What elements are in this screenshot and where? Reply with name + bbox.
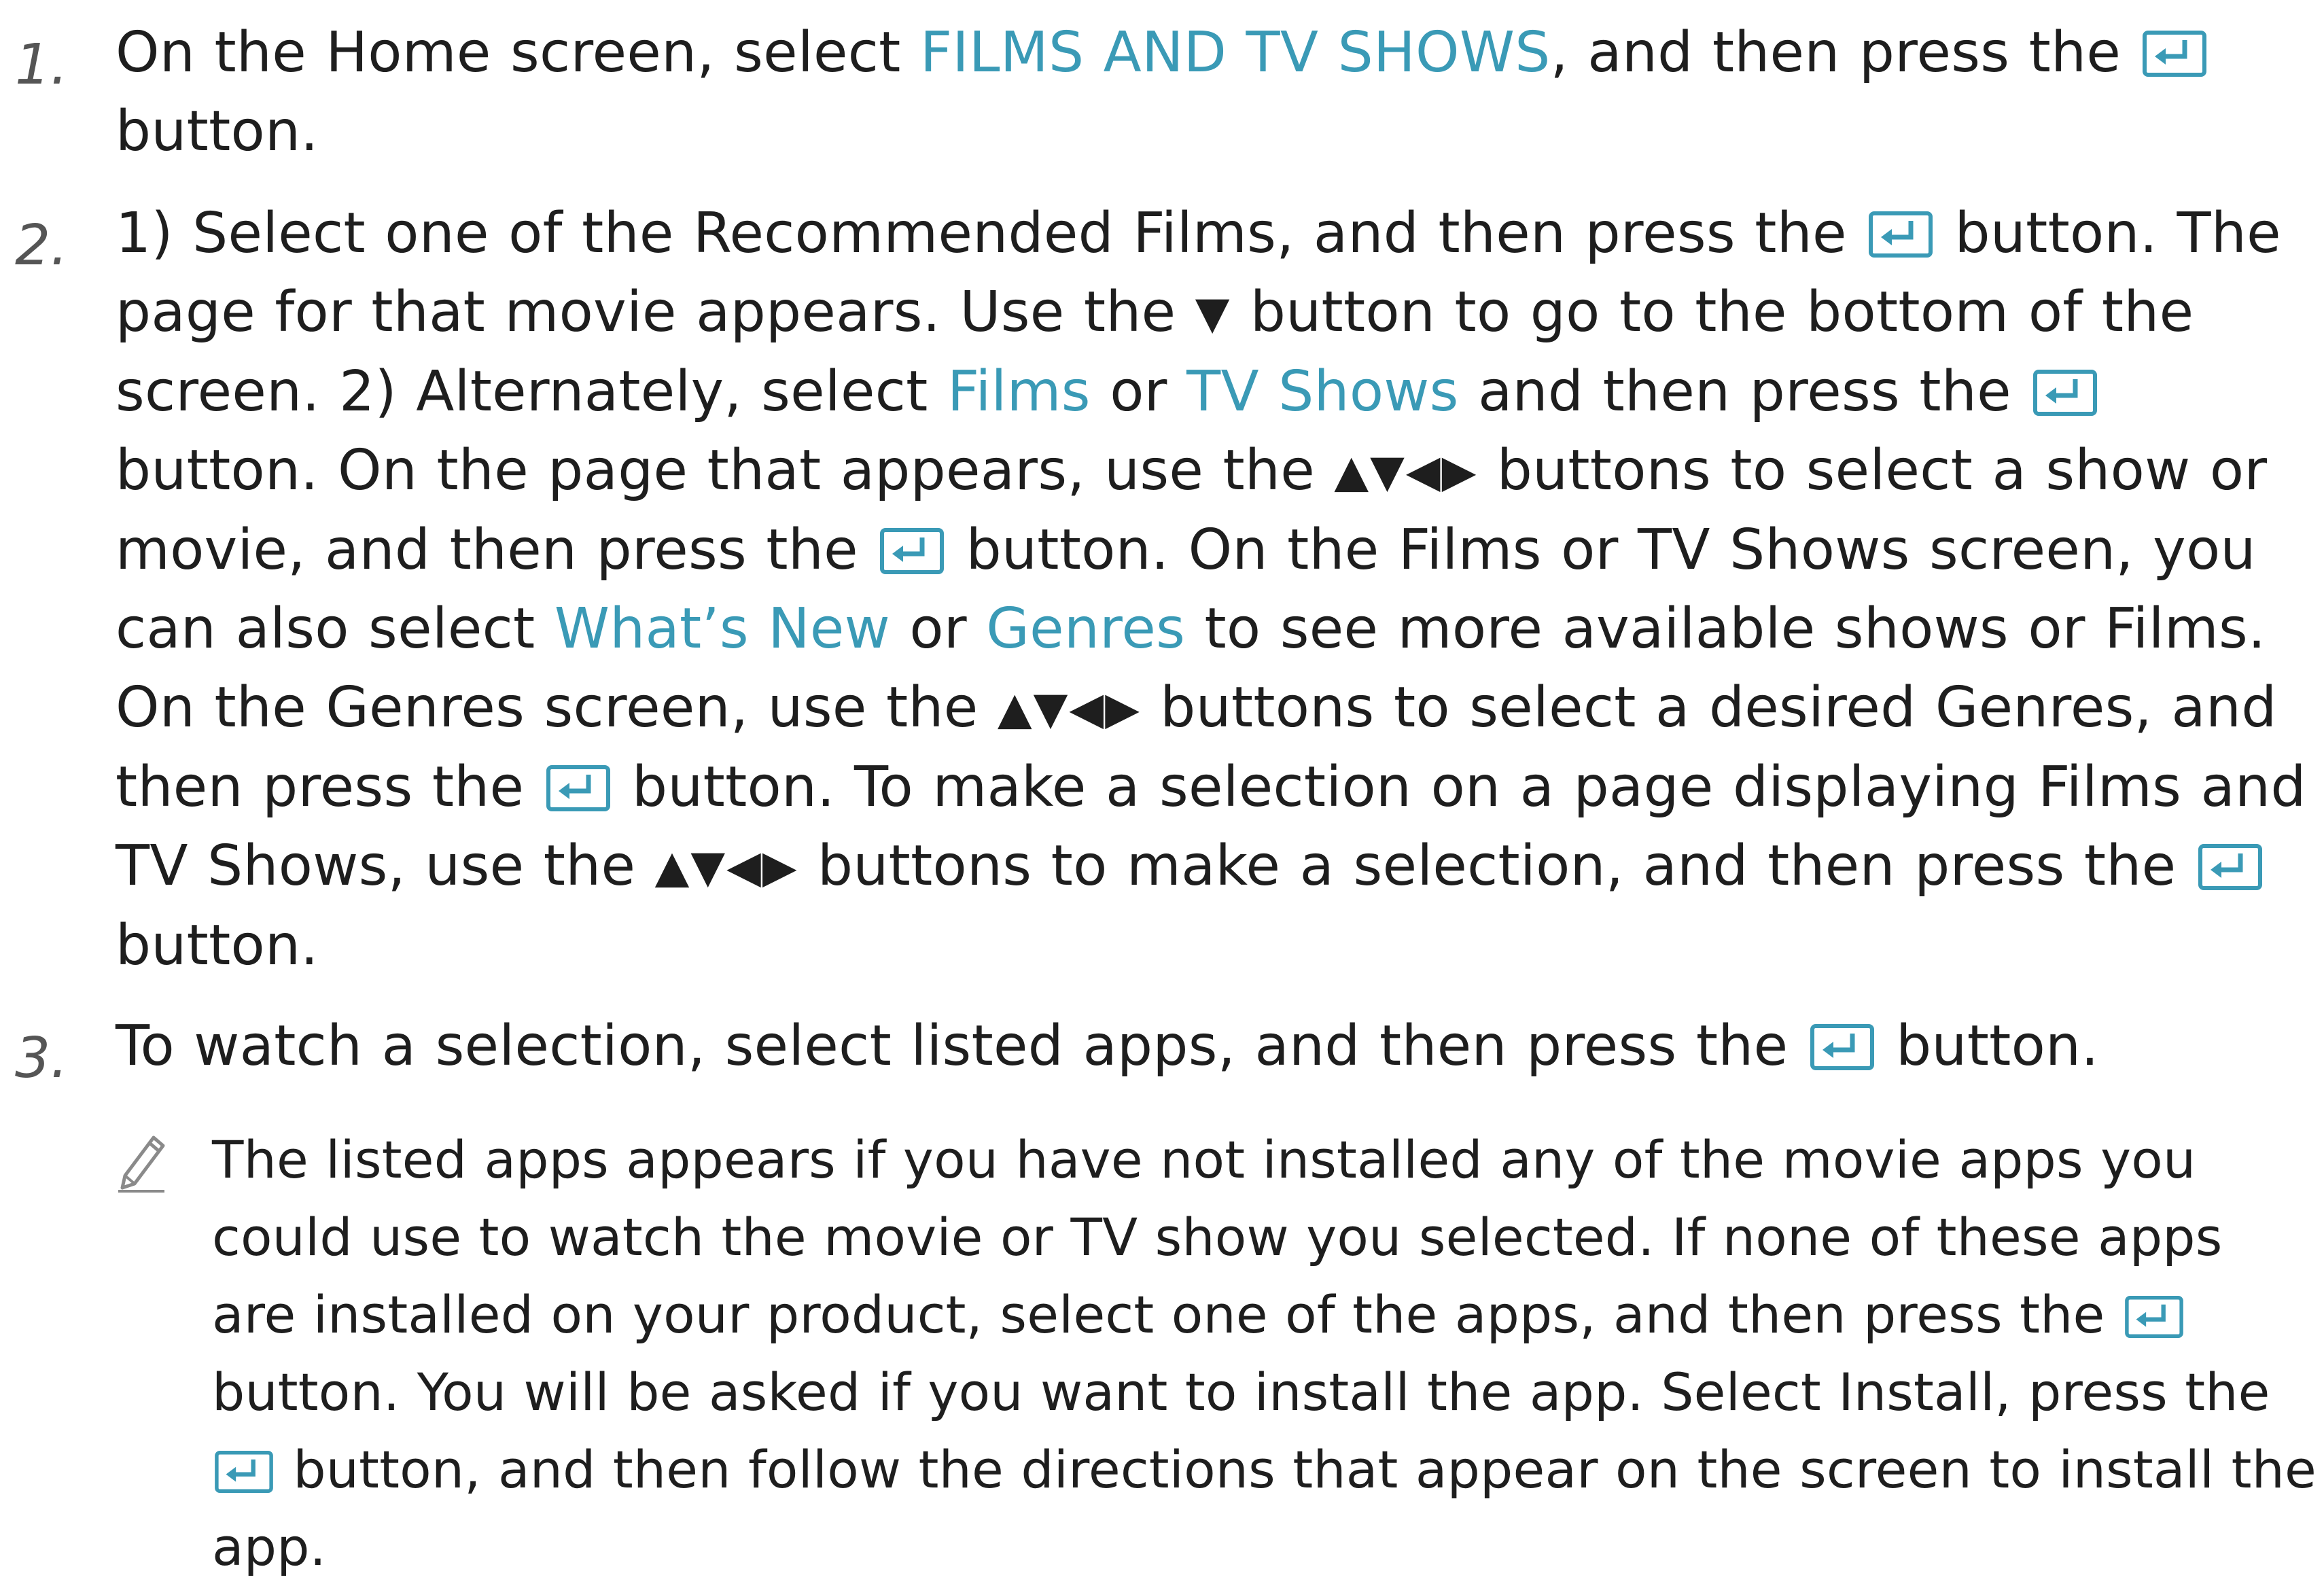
- menu-option-films-and-tv-shows: FILMS AND TV SHOWS: [919, 20, 1551, 85]
- text-run: button.: [116, 99, 319, 164]
- text-run: buttons to make a selection, and then pr…: [798, 834, 2196, 898]
- enter-icon: [1869, 211, 1933, 258]
- menu-option-films: Films: [947, 359, 1091, 424]
- text-run: or: [890, 597, 987, 661]
- enter-icon: [880, 528, 944, 574]
- menu-option-genres: Genres: [986, 597, 1186, 661]
- menu-option-whats-new: What’s New: [554, 597, 891, 661]
- text-run: button. On the page that appears, use th…: [116, 438, 1335, 503]
- document-page: 1. On the Home screen, select FILMS AND …: [0, 0, 2324, 1577]
- step-number: 1.: [15, 33, 69, 97]
- text-run: 1) Select one of the Recommended Films, …: [116, 201, 1867, 266]
- enter-icon: [546, 765, 610, 811]
- enter-icon: [215, 1451, 273, 1493]
- text-run: button.: [116, 913, 319, 978]
- enter-icon: [2125, 1296, 2183, 1338]
- text-run: The listed apps appears if you have not …: [212, 1129, 2223, 1345]
- menu-option-tv-shows: TV Shows: [1186, 359, 1459, 424]
- enter-icon: [2143, 31, 2206, 77]
- direction-arrows-icon: ▲▼◀▶: [654, 841, 798, 893]
- down-arrow-icon: ▼: [1195, 287, 1231, 339]
- enter-icon: [2198, 844, 2262, 890]
- pencil-icon: [118, 1135, 165, 1193]
- enter-icon: [1810, 1024, 1874, 1070]
- step-number: 3.: [15, 1026, 69, 1091]
- enter-icon: [2033, 370, 2097, 416]
- step-number: 2.: [15, 213, 69, 278]
- step-text: On the Home screen, select FILMS AND TV …: [116, 14, 2317, 171]
- direction-arrows-icon: ▲▼◀▶: [997, 682, 1141, 735]
- step-text: To watch a selection, select listed apps…: [116, 1007, 2317, 1086]
- text-run: , and then press the: [1550, 20, 2141, 85]
- text-run: button.: [1876, 1014, 2099, 1078]
- text-run: and then press the: [1458, 359, 2031, 424]
- note-text: The listed apps appears if you have not …: [212, 1121, 2319, 1586]
- text-run: or: [1090, 359, 1187, 424]
- text-run: button. You will be asked if you want to…: [212, 1362, 2270, 1422]
- step-text: 1) Select one of the Recommended Films, …: [116, 194, 2317, 985]
- text-run: To watch a selection, select listed apps…: [116, 1014, 1808, 1078]
- text-run: On the Home screen, select: [116, 20, 920, 85]
- direction-arrows-icon: ▲▼◀▶: [1334, 445, 1478, 497]
